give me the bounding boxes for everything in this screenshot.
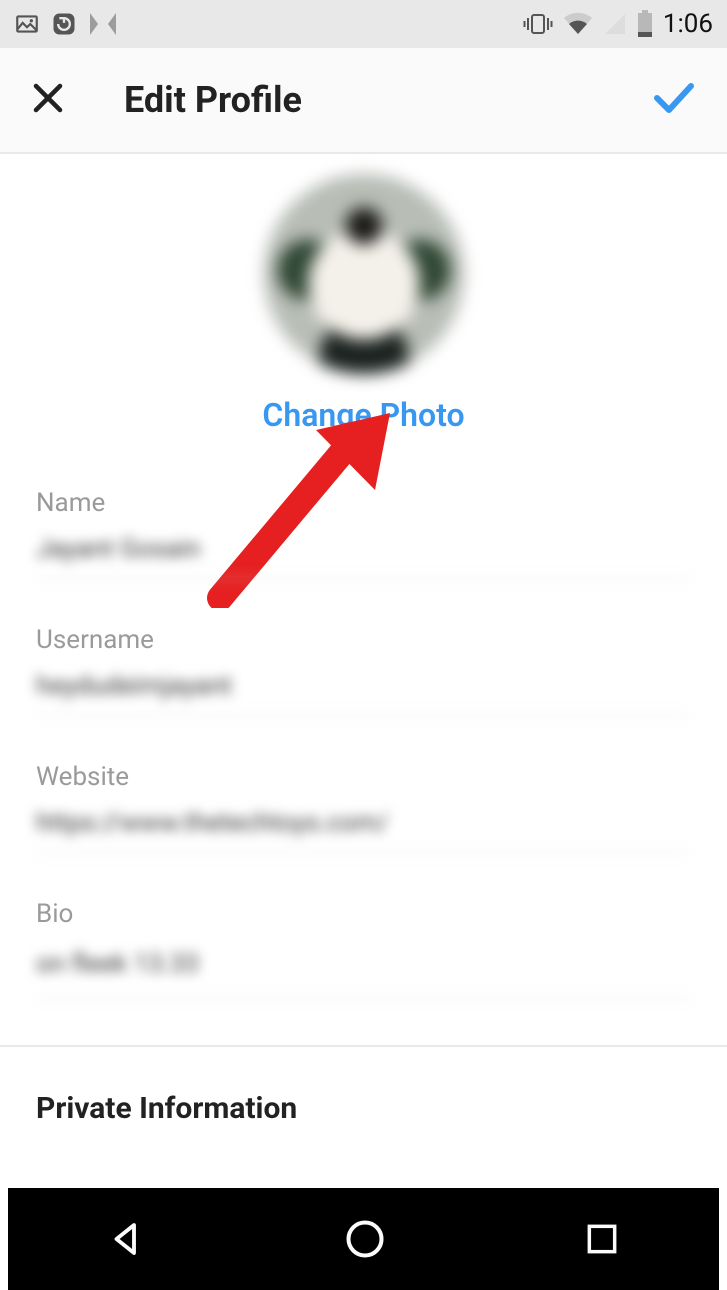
username-label: Username xyxy=(36,625,691,655)
name-label: Name xyxy=(36,488,691,518)
website-label: Website xyxy=(36,762,691,792)
bio-label: Bio xyxy=(36,899,691,929)
profile-form: Name Jayant Gosain Username heydudeimjay… xyxy=(0,434,727,999)
website-input[interactable]: https://www.thetechtoys.com/ xyxy=(36,808,691,853)
name-field: Name Jayant Gosain xyxy=(36,488,691,579)
app-header: Edit Profile xyxy=(0,48,727,154)
nav-home-button[interactable] xyxy=(343,1217,387,1261)
android-navigation-bar xyxy=(8,1188,719,1290)
status-bar-right: 1:06 xyxy=(523,9,713,39)
recent-apps-icon xyxy=(583,1220,621,1258)
bio-input[interactable]: on fleek 13.33 xyxy=(36,945,691,999)
save-button[interactable] xyxy=(649,74,697,126)
page-title: Edit Profile xyxy=(124,79,649,121)
username-input[interactable]: heydudeimjayant xyxy=(36,671,691,716)
android-status-bar: 1:06 xyxy=(0,0,727,48)
username-field: Username heydudeimjayant xyxy=(36,625,691,716)
bio-field: Bio on fleek 13.33 xyxy=(36,899,691,999)
close-button[interactable] xyxy=(30,80,66,120)
change-photo-button[interactable]: Change Photo xyxy=(262,396,464,434)
back-icon xyxy=(106,1218,148,1260)
status-bar-left xyxy=(14,10,118,38)
nav-back-button[interactable] xyxy=(106,1218,148,1260)
vibrate-icon xyxy=(523,12,553,36)
battery-icon xyxy=(637,10,653,38)
wifi-icon xyxy=(563,12,593,36)
name-input[interactable]: Jayant Gosain xyxy=(36,534,691,579)
picture-icon xyxy=(14,11,40,37)
website-field: Website https://www.thetechtoys.com/ xyxy=(36,762,691,853)
status-time: 1:06 xyxy=(663,9,713,39)
close-icon xyxy=(30,80,66,116)
signal-icon xyxy=(603,12,627,36)
profile-photo-section: Change Photo xyxy=(0,154,727,434)
checkmark-icon xyxy=(649,74,697,122)
home-icon xyxy=(343,1217,387,1261)
restore-icon xyxy=(50,10,78,38)
app-m-icon xyxy=(88,11,118,37)
private-information-heading: Private Information xyxy=(0,1047,727,1170)
nav-recent-button[interactable] xyxy=(583,1220,621,1258)
avatar[interactable] xyxy=(264,174,464,374)
